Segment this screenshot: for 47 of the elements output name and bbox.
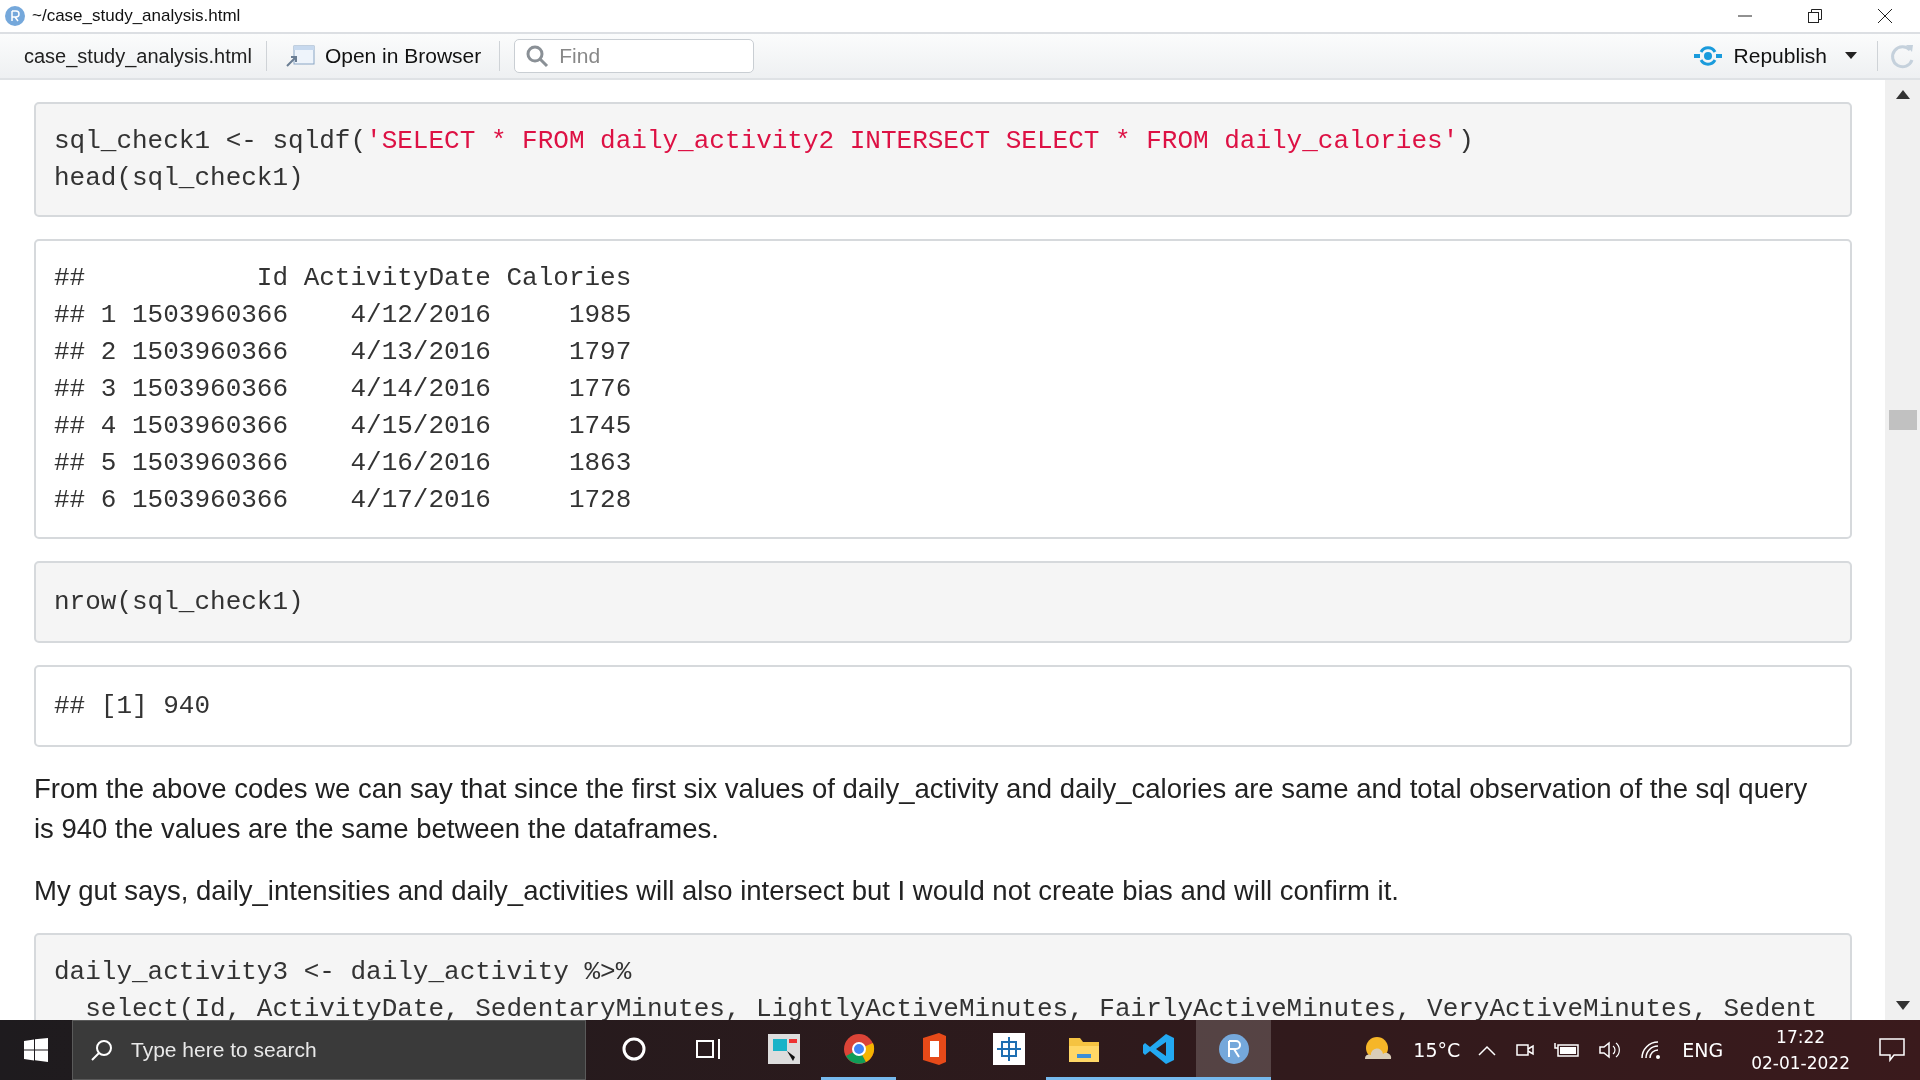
screen-app-icon — [766, 1032, 801, 1065]
temperature: 15°C — [1413, 1039, 1461, 1061]
scrollbar-thumb[interactable] — [1889, 410, 1917, 430]
output-line: ## 3 1503960366 4/14/2016 1776 — [54, 374, 632, 404]
speaker-icon[interactable] — [1598, 1040, 1623, 1060]
scroll-down-icon[interactable] — [1895, 1001, 1910, 1010]
output-line: ## 4 1503960366 4/15/2016 1745 — [54, 411, 632, 441]
find-field[interactable]: Find — [514, 39, 755, 73]
circle-icon — [620, 1035, 647, 1062]
r-app-icon — [1216, 1031, 1251, 1066]
paragraph: My gut says, daily_intensities and daily_activities will also intersect but I would not create bias and will confirm it. — [34, 874, 1400, 908]
battery-icon[interactable] — [1554, 1041, 1581, 1059]
output-line: ## 1 1503960366 4/12/2016 1985 — [54, 300, 632, 330]
minimize-icon — [1737, 15, 1753, 17]
r-logo-icon — [4, 5, 26, 27]
language-indicator[interactable]: ENG — [1682, 1039, 1724, 1061]
taskbar-search-field[interactable]: Type here to search — [72, 1020, 586, 1080]
output-line: ## [1] 940 — [54, 691, 211, 721]
close-icon — [1877, 8, 1893, 24]
window-arrow-icon — [284, 44, 315, 68]
paragraph: From the above codes we can say that since the first six values of daily_activity and daily_calories are same and total observation of the sql query is 940 the values are the same between the dataframes. — [34, 772, 1809, 846]
code-line: head(sql_check1) — [54, 163, 304, 193]
chevron-up-icon[interactable] — [1478, 1044, 1497, 1056]
restore-icon — [1807, 8, 1823, 24]
scroll-up-icon[interactable] — [1895, 90, 1910, 99]
window-title: ~/case_study_analysis.html — [32, 6, 242, 26]
file-name: case_study_analysis.html — [24, 44, 252, 68]
search-icon — [525, 44, 550, 68]
republish-button[interactable]: Republish — [1687, 44, 1831, 68]
grid-app-icon — [991, 1031, 1026, 1066]
search-icon — [90, 1038, 114, 1062]
notification-icon[interactable] — [1878, 1037, 1906, 1063]
output-line: ## 2 1503960366 4/13/2016 1797 — [54, 337, 632, 367]
clock-time: 17:22 — [1776, 1026, 1826, 1049]
code-line: daily_activity3 <- daily_activity %>% — [54, 957, 632, 987]
code-line: sql_check1 <- sqldf('SELECT * FROM daily_activity2 INTERSECT SELECT * FROM daily_calories') — [54, 126, 1474, 156]
clock-date: 02-01-2022 — [1751, 1052, 1850, 1075]
open-in-browser-button[interactable]: Open in Browser — [280, 44, 486, 68]
taskbar-app-button[interactable] — [1196, 1020, 1271, 1080]
output-line: ## 6 1503960366 4/17/2016 1728 — [54, 485, 632, 515]
output-line: ## Id ActivityDate Calories — [54, 263, 632, 293]
republish-icon — [1691, 44, 1724, 68]
code-editor-icon — [1141, 1031, 1176, 1066]
windows-logo-icon — [24, 1038, 48, 1062]
output-line: ## 5 1503960366 4/16/2016 1863 — [54, 448, 632, 478]
code-line: nrow(sql_check1) — [54, 587, 304, 617]
browser-icon — [841, 1031, 876, 1066]
